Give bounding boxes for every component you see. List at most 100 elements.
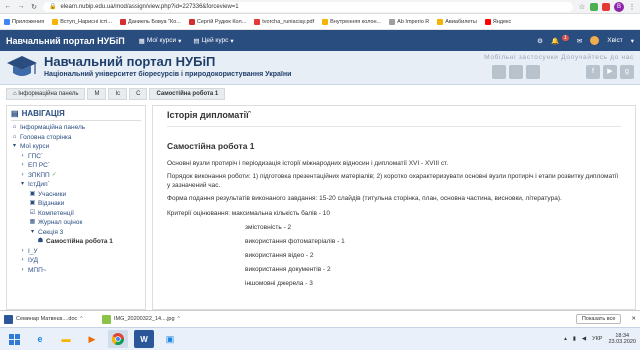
chat-icon[interactable]: ✉ bbox=[577, 37, 582, 45]
downloads-bar: Семинар Матвеєв....doc ^ IMG_20200322_14… bbox=[0, 310, 640, 327]
clock[interactable]: 18:34 23.03.2020 bbox=[608, 333, 636, 346]
extension-icon[interactable] bbox=[602, 2, 610, 11]
sidebar-item-course[interactable]: › МПП~ bbox=[11, 266, 141, 276]
show-all-button[interactable]: Показать все bbox=[575, 314, 622, 324]
bookmark-item[interactable]: Ab Imperio R bbox=[389, 18, 429, 25]
house-icon: ⌂ bbox=[12, 124, 17, 130]
navigation-heading[interactable]: ▤ НАВІГАЦІЯ bbox=[11, 109, 141, 121]
bookmark-icon bbox=[389, 18, 396, 25]
yandex-icon bbox=[484, 18, 491, 25]
bookmark-item[interactable]: Даниель Бовуа "Ко... bbox=[119, 18, 181, 25]
sidebar-item-course[interactable]: › ЗПКПП ✓ bbox=[11, 171, 141, 181]
apple-store-icon[interactable] bbox=[492, 65, 506, 79]
windows-store-icon[interactable] bbox=[526, 65, 540, 79]
sidebar-item-course[interactable]: › ІУД bbox=[11, 256, 141, 266]
my-courses-menu[interactable]: ▦ Мої курси ▾ bbox=[139, 37, 182, 45]
site-brand[interactable]: Навчальний портал НУБіП bbox=[6, 36, 125, 46]
users-icon: ▣ bbox=[29, 190, 36, 197]
bookmark-item[interactable]: Внутренняя колон... bbox=[322, 18, 381, 25]
chrome-icon[interactable] bbox=[108, 330, 128, 348]
site-title: Навчальний портал НУБіП bbox=[44, 54, 216, 69]
menu-icon[interactable]: ⋮ bbox=[628, 3, 636, 11]
ie-icon[interactable]: e bbox=[30, 330, 50, 348]
site-navbar: Навчальний портал НУБіП ▦ Мої курси ▾ ▤ Цей… bbox=[0, 30, 640, 51]
breadcrumb-current: Самостійна робота 1 bbox=[149, 88, 226, 100]
assignment-procedure: Порядок виконання роботи: 1) підготовка … bbox=[167, 173, 619, 189]
downloads-actions: Показать все ✕ bbox=[575, 314, 636, 324]
sidebar-item-competencies[interactable]: ☑ Компетенції bbox=[11, 209, 141, 219]
folder-icon bbox=[437, 18, 444, 25]
back-icon[interactable]: ← bbox=[4, 3, 12, 10]
sidebar-item-grades[interactable]: ▦ Журнал оцінок bbox=[11, 218, 141, 228]
bookmark-item[interactable]: tvorcha_runiaciay.pdf bbox=[254, 18, 314, 25]
chevron-right-icon: › bbox=[21, 247, 24, 254]
language-indicator[interactable]: УКР bbox=[592, 336, 602, 342]
chevron-down-icon: ▾ bbox=[178, 37, 182, 45]
page-title: Історія дипломатії` bbox=[167, 110, 621, 127]
sidebar-item-course[interactable]: › І_У bbox=[11, 247, 141, 257]
photos-icon[interactable]: ▣ bbox=[160, 330, 180, 348]
bell-icon[interactable]: 🔔 bbox=[551, 37, 559, 45]
profile-avatar[interactable]: В bbox=[614, 1, 624, 12]
chevron-up-icon[interactable]: ^ bbox=[80, 316, 82, 322]
bookmark-item[interactable]: Авиабилеты bbox=[437, 18, 477, 25]
bookmark-item[interactable]: Приложения bbox=[4, 18, 44, 25]
reload-icon[interactable]: ↻ bbox=[30, 3, 38, 11]
bookmark-item[interactable]: Яндекс bbox=[484, 18, 511, 25]
social-links: f ▶ g bbox=[586, 65, 634, 79]
chrome-logo-icon bbox=[112, 333, 124, 345]
sidebar-item-home[interactable]: ⌂ Головна сторінка bbox=[11, 133, 141, 143]
tray-arrow-icon[interactable]: ▴ bbox=[564, 336, 567, 342]
extension-icon[interactable] bbox=[590, 2, 598, 11]
breadcrumb-item[interactable]: М bbox=[87, 88, 107, 100]
windows-logo-icon bbox=[8, 333, 20, 345]
network-icon[interactable]: ▮ bbox=[573, 336, 576, 342]
chevron-right-icon: › bbox=[21, 152, 24, 159]
breadcrumb-item[interactable]: С bbox=[129, 88, 148, 100]
volume-icon[interactable]: ◀ bbox=[582, 336, 586, 342]
sidebar-item-course[interactable]: › ГПС` bbox=[11, 152, 141, 162]
close-icon[interactable]: ✕ bbox=[631, 316, 636, 322]
badge-icon: ▣ bbox=[29, 200, 36, 206]
sidebar-item-course[interactable]: ▾ ІстДип` bbox=[11, 180, 141, 190]
youtube-icon[interactable]: ▶ bbox=[603, 65, 617, 79]
facebook-icon[interactable]: f bbox=[586, 65, 600, 79]
bookmark-item[interactable]: Вступ_Нарисні істі... bbox=[52, 18, 112, 25]
bookmark-item[interactable]: Сергій Рудюк Кол... bbox=[188, 18, 246, 25]
word-doc-icon bbox=[4, 314, 13, 324]
download-item[interactable]: IMG_20200322_14....jpg ^ bbox=[102, 314, 190, 324]
this-course-menu[interactable]: ▤ Цей курс ▾ bbox=[193, 37, 233, 45]
app-store-links bbox=[492, 65, 540, 79]
sidebar-item-dashboard[interactable]: ⌂ Інформаційна панель bbox=[11, 123, 141, 133]
sidebar-item-current[interactable]: ☗ Самостійна робота 1 bbox=[11, 237, 141, 247]
download-item[interactable]: Семинар Матвеєв....doc ^ bbox=[4, 314, 92, 324]
chevron-right-icon: › bbox=[21, 171, 24, 178]
mobile-apps-note: Мобільні застосунки Долучайтесь до нас bbox=[484, 54, 634, 61]
chevron-down-icon: ▾ bbox=[20, 181, 24, 187]
sidebar-item-badges[interactable]: ▣ Відзнаки bbox=[11, 199, 141, 209]
star-icon[interactable]: ☆ bbox=[578, 3, 586, 11]
bookmarks-bar: Приложения Вступ_Нарисні істі... Даниель… bbox=[0, 14, 640, 30]
windows-start-icon[interactable] bbox=[4, 330, 24, 348]
user-name[interactable]: Хвіст bbox=[607, 37, 622, 44]
chevron-down-icon[interactable]: ▾ bbox=[631, 37, 634, 45]
android-store-icon[interactable] bbox=[509, 65, 523, 79]
breadcrumb-item[interactable]: ⌂ Інформаційна панель bbox=[6, 88, 86, 100]
explorer-icon[interactable]: ▬ bbox=[56, 330, 76, 348]
chevron-up-icon[interactable]: ^ bbox=[178, 316, 180, 322]
media-player-icon[interactable]: ▶ bbox=[82, 330, 102, 348]
breadcrumb: ⌂ Інформаційна панель М Іс С Самостійна … bbox=[6, 88, 226, 100]
sidebar-item-course[interactable]: › ЕП РС` bbox=[11, 161, 141, 171]
navbar-right: ⚙ 🔔 1 ✉ Хвіст ▾ bbox=[537, 34, 634, 45]
forward-icon[interactable]: → bbox=[17, 3, 25, 10]
check-icon: ✓ bbox=[51, 171, 57, 178]
address-bar[interactable]: 🔒 elearn.nubip.edu.ua/mod/assign/view.ph… bbox=[43, 1, 573, 12]
sidebar-item-section[interactable]: ▾ Секція 3 bbox=[11, 228, 141, 238]
user-avatar[interactable] bbox=[590, 36, 600, 45]
sidebar-item-my-courses[interactable]: ▾ Мої курси bbox=[11, 142, 141, 152]
breadcrumb-item[interactable]: Іс bbox=[108, 88, 128, 100]
gear-icon[interactable]: ⚙ bbox=[537, 37, 543, 45]
word-icon[interactable]: W bbox=[134, 330, 154, 348]
sidebar-item-participants[interactable]: ▣ Учасники bbox=[11, 190, 141, 200]
gplus-icon[interactable]: g bbox=[620, 65, 634, 79]
